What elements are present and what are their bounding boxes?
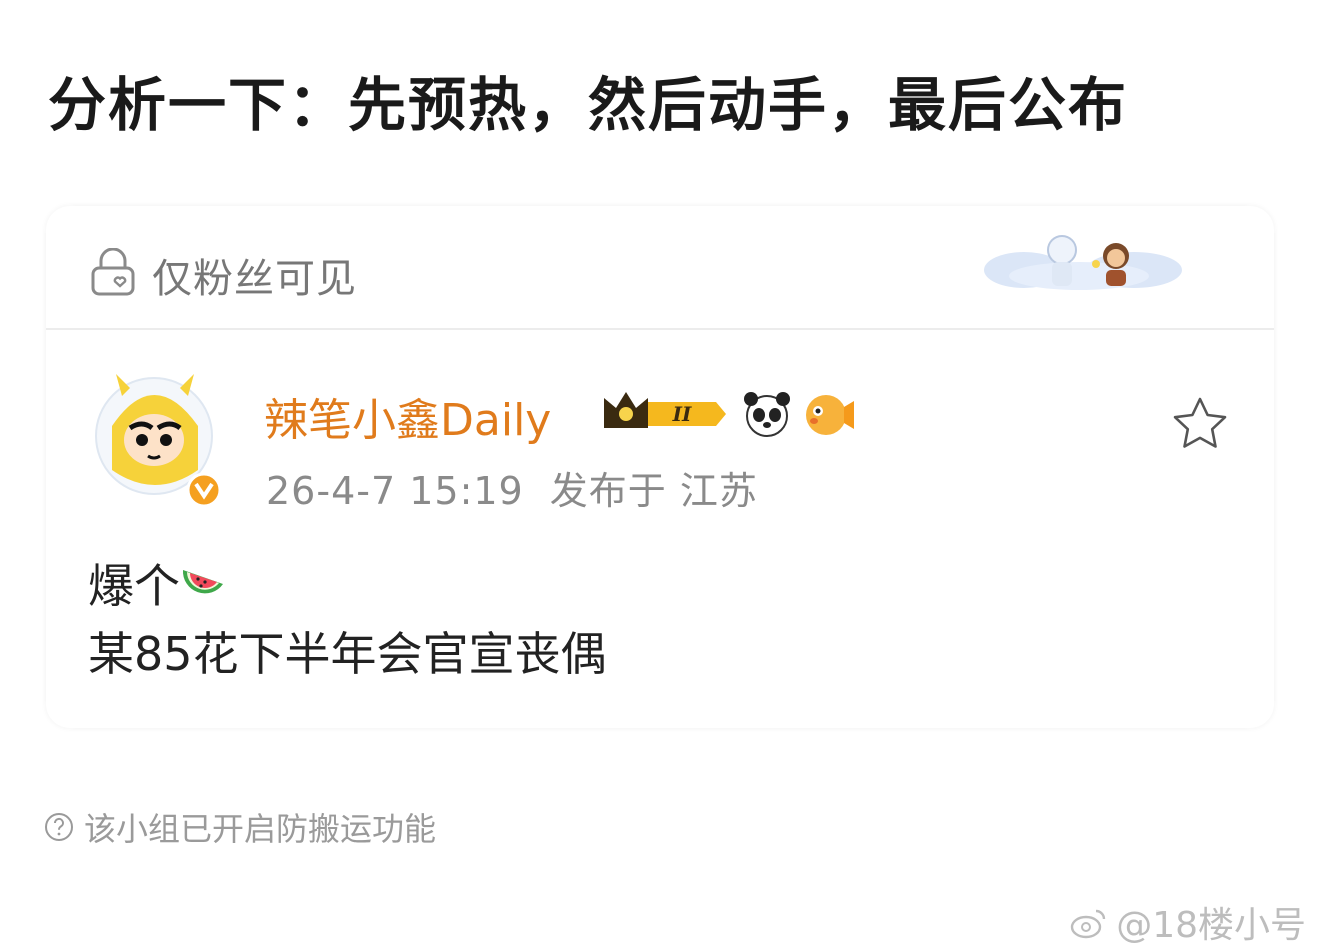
weibo-logo-icon [1070, 909, 1106, 939]
pufferfish-icon [806, 395, 854, 435]
lock-icon [91, 248, 135, 296]
panda-icon [744, 392, 790, 437]
visibility-row: 仅粉丝可见 [46, 206, 1274, 330]
author-name[interactable]: 辣笔小鑫Daily [264, 384, 551, 448]
badge-row: II [602, 386, 856, 442]
question-circle-icon[interactable] [44, 812, 74, 842]
star-icon[interactable] [1172, 396, 1228, 450]
post-line-1: 爆个 [88, 552, 607, 620]
post-timestamp: 26-4-7 15:19 [266, 469, 524, 513]
cloud-decoration-icon [984, 235, 1182, 290]
post-meta: 26-4-7 15:19 发布于 江苏 [266, 460, 758, 515]
watermelon-emoji-icon [182, 570, 223, 594]
level-badge-text: II [672, 402, 692, 426]
avatar[interactable] [92, 356, 226, 508]
post-card[interactable]: 仅粉丝可见 辣笔小鑫Daily II 26-4-7 15:19 发布于 江苏 爆… [46, 206, 1274, 728]
footer-notice: 该小组已开启防搬运功能 [44, 804, 436, 850]
post-line-2: 某85花下半年会官宣丧偶 [88, 627, 607, 681]
post-location: 发布于 江苏 [549, 469, 758, 513]
headline: 分析一下：先预热，然后动手，最后公布 [48, 71, 1129, 139]
crown-level-badge-icon: II [604, 392, 726, 428]
watermark: @18楼小号 [1070, 896, 1306, 948]
footer-notice-text: 该小组已开启防搬运功能 [84, 810, 437, 848]
watermark-text: @18楼小号 [1116, 905, 1306, 946]
visibility-label: 仅粉丝可见 [152, 256, 357, 302]
post-body: 爆个 某85花下半年会官宣丧偶 [88, 552, 607, 688]
